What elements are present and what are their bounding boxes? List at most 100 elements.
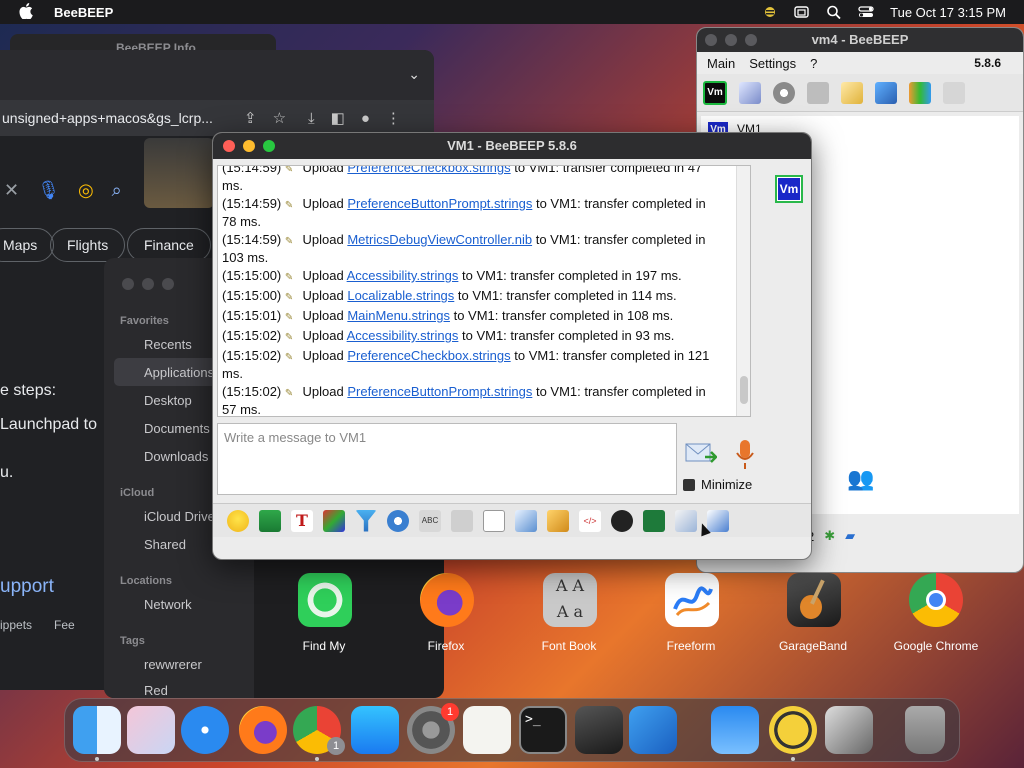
side-panel-icon[interactable]: ◧ [331, 109, 345, 127]
file-link[interactable]: PreferenceButtonPrompt.strings [347, 196, 532, 211]
bookmark-star-icon[interactable]: ☆ [273, 109, 286, 127]
color-icon[interactable] [323, 509, 345, 532]
control-center-icon[interactable] [858, 5, 874, 19]
dictionary-icon[interactable] [451, 509, 473, 532]
email-icon[interactable] [259, 509, 281, 532]
close-icon[interactable] [122, 278, 134, 290]
find-my-icon[interactable] [298, 573, 352, 627]
tab-search-chevron-icon[interactable]: ⌄ [408, 66, 420, 83]
file-link[interactable]: PreferenceButtonPrompt.strings [347, 384, 532, 399]
microphone-icon[interactable]: 🎙 [37, 180, 60, 201]
folder-share-icon[interactable] [807, 81, 829, 104]
automator-dock-icon[interactable] [825, 706, 873, 754]
chip-flights[interactable]: Flights [50, 228, 126, 262]
spellcheck-icon[interactable]: ABC [419, 509, 441, 532]
message-input[interactable]: Write a message to VM1 [217, 423, 677, 495]
file-link[interactable]: MetricsDebugViewController.nib [347, 232, 532, 247]
filter-icon[interactable] [355, 509, 377, 532]
google-chrome-icon[interactable] [909, 573, 963, 627]
window-icon[interactable] [794, 5, 810, 19]
emoticon-icon[interactable] [227, 509, 249, 532]
scroll-thumb[interactable] [740, 376, 748, 404]
tag-item-red[interactable]: Red [144, 683, 168, 698]
chip-maps[interactable]: Maps [0, 228, 55, 262]
file-link[interactable]: MainMenu.strings [347, 308, 450, 323]
app-label-font-book[interactable]: Font Book [509, 639, 629, 653]
font-icon[interactable]: T [291, 509, 313, 532]
footer-feedback[interactable]: Fee [54, 618, 75, 632]
sidebar-item-applications[interactable]: Applications [144, 365, 214, 380]
sidebar-item-network[interactable]: Network [144, 597, 192, 612]
zoom-icon[interactable] [263, 140, 275, 152]
menubar-clock[interactable]: Tue Oct 17 3:15 PM [890, 5, 1006, 20]
zoom-icon[interactable] [162, 278, 174, 290]
textedit-dock-icon[interactable] [463, 706, 511, 754]
menu-main[interactable]: Main [707, 56, 735, 71]
beebeep-status-icon[interactable] [762, 5, 778, 19]
sidebar-item-documents[interactable]: Documents [144, 421, 210, 436]
app-label-google-chrome[interactable]: Google Chrome [876, 639, 996, 653]
minimize-icon[interactable] [725, 34, 737, 46]
terminal-icon[interactable] [643, 509, 665, 532]
app-label-freeform[interactable]: Freeform [631, 639, 751, 653]
font-book-icon[interactable]: A AA a [543, 573, 597, 627]
share-icon[interactable]: ⇪ [244, 109, 257, 127]
connection-icon[interactable]: ▰ [845, 528, 855, 544]
voice-message-icon[interactable] [735, 439, 755, 471]
app-store-dock-icon[interactable] [351, 706, 399, 754]
firefox-dock-icon[interactable] [239, 706, 287, 754]
file-link[interactable]: Localizable.strings [347, 288, 454, 303]
broadcast-icon[interactable] [773, 81, 795, 104]
file-link[interactable]: Accessibility.strings [347, 328, 459, 343]
profile-icon[interactable]: ● [361, 110, 370, 127]
sidebar-item-recents[interactable]: Recents [144, 337, 192, 352]
safari-dock-icon[interactable] [181, 706, 229, 754]
chrome-menu-icon[interactable]: ⋮ [386, 109, 401, 127]
network-status-icon[interactable]: ✱ [824, 528, 835, 544]
checkbox-box[interactable] [683, 478, 695, 491]
freeform-icon[interactable] [665, 573, 719, 627]
footer-snippets[interactable]: ippets [0, 618, 32, 632]
beebeep-dock-icon[interactable] [769, 706, 817, 754]
send-file-icon[interactable] [515, 509, 537, 532]
zoom-icon[interactable] [745, 34, 757, 46]
send-message-icon[interactable] [685, 441, 718, 467]
chip-finance[interactable]: Finance [127, 228, 211, 262]
sidebar-item-desktop[interactable]: Desktop [144, 393, 192, 408]
app-menu-title[interactable]: BeeBEEP [54, 5, 113, 20]
compose-icon[interactable] [841, 81, 863, 104]
save-chat-icon[interactable] [675, 509, 697, 532]
finder-dock-icon[interactable] [73, 706, 121, 754]
app-label-firefox[interactable]: Firefox [386, 639, 506, 653]
chat-scrollbar[interactable] [736, 166, 750, 416]
minimize-checkbox[interactable]: Minimize [683, 477, 752, 492]
menu-settings[interactable]: Settings [749, 56, 796, 71]
send-folder-icon[interactable] [547, 509, 569, 532]
sidebar-item-shared[interactable]: Shared [144, 537, 186, 552]
weather-dock-icon[interactable] [711, 706, 759, 754]
app-label-garageband[interactable]: GarageBand [753, 639, 873, 653]
search-icon[interactable]: ⌕ [112, 180, 122, 201]
file-link[interactable]: Accessibility.strings [347, 268, 459, 283]
minimize-icon[interactable] [243, 140, 255, 152]
vscode-dock-icon[interactable] [629, 706, 677, 754]
launchpad-dock-icon[interactable] [127, 706, 175, 754]
screenshot-icon[interactable] [611, 509, 633, 532]
app-label-find-my[interactable]: Find My [264, 639, 384, 653]
sidebar-item-downloads[interactable]: Downloads [144, 449, 208, 464]
file-link[interactable]: PreferenceCheckbox.strings [347, 348, 510, 363]
support-link[interactable]: upport [0, 576, 54, 598]
terminal-dock-icon[interactable]: >_ [519, 706, 567, 754]
sidebar-item-icloud-drive[interactable]: iCloud Drive [144, 509, 215, 524]
file-icon[interactable] [483, 509, 505, 532]
clear-icon[interactable]: ✕ [4, 180, 19, 201]
plugins-icon[interactable] [909, 81, 931, 104]
chat-member-vm1[interactable]: Vm [775, 175, 803, 203]
network-icon[interactable] [875, 81, 897, 104]
chat-history[interactable]: (15:14:59) ✎ Upload PreferenceCheckbox.s… [217, 165, 751, 417]
trash-icon[interactable] [943, 81, 965, 104]
garageband-icon[interactable] [787, 573, 841, 627]
garageband-dock-icon[interactable] [575, 706, 623, 754]
apple-icon[interactable] [18, 2, 34, 22]
menu-help[interactable]: ? [810, 56, 817, 71]
